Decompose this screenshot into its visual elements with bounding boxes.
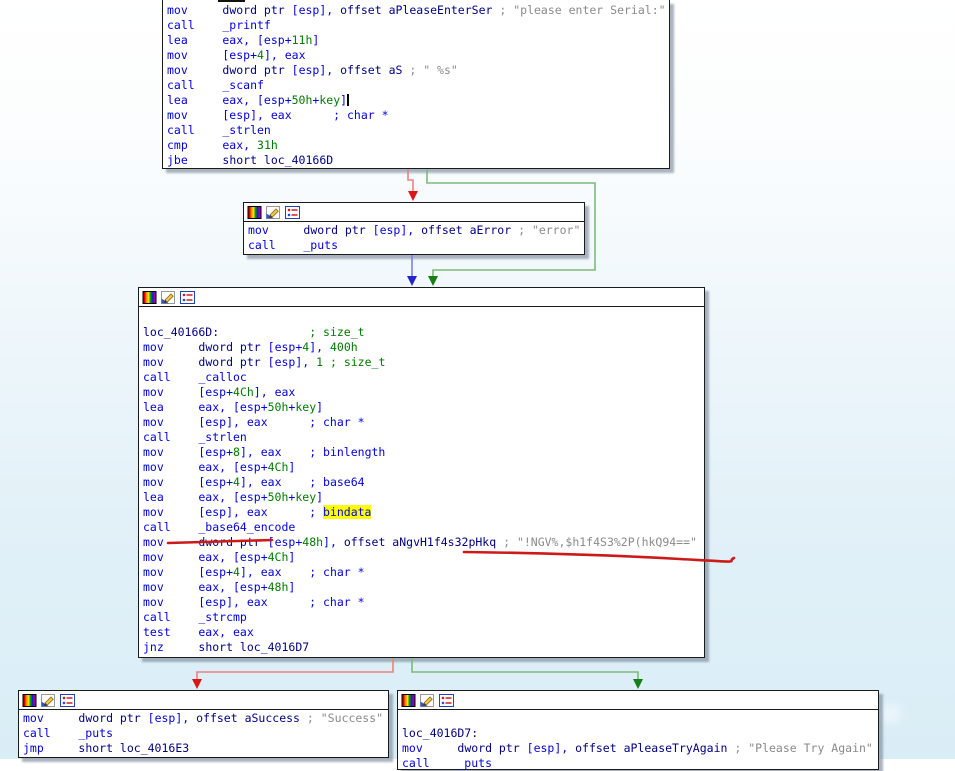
asm-line: mov dword ptr [esp], offset aSuccess ; "…: [23, 711, 384, 725]
text-cursor: [347, 94, 350, 106]
asm-line: mov [esp], eax ; bindata: [143, 505, 372, 519]
color-palette-icon[interactable]: [142, 290, 157, 305]
asm-line: call _scanf: [167, 78, 264, 92]
color-palette-icon[interactable]: [401, 693, 416, 708]
asm-block-error[interactable]: mov dword ptr [esp], offset aError ; "er…: [243, 202, 585, 255]
asm-line: loc_40166D: ; size_t: [143, 325, 365, 339]
edge-false-branch-top-arrowhead: [408, 191, 418, 201]
edge-false-branch-bottom-arrowhead: [192, 679, 202, 689]
asm-line: mov [esp+4Ch], eax: [143, 385, 296, 399]
group-node-icon[interactable]: [439, 693, 454, 708]
asm-line: call _printf: [167, 18, 271, 32]
asm-line: mov [esp], eax ; char *: [167, 108, 389, 122]
edit-node-icon[interactable]: [266, 205, 281, 220]
asm-line: [402, 711, 878, 726]
asm-line: mov dword ptr [esp], offset aError ; "er…: [248, 223, 581, 237]
asm-line: call _puts: [248, 238, 339, 252]
asm-line: test eax, eax: [143, 625, 254, 639]
asm-line: call _strcmp: [143, 610, 247, 624]
asm-line: lea eax, [esp+50h+key]: [143, 490, 324, 504]
edge-true-branch-top-arrowhead: [428, 276, 438, 286]
clipped-previous-line-artifact: [218, 0, 245, 2]
edge-true-branch-bottom-arrowhead: [633, 679, 643, 689]
node-titlebar[interactable]: [139, 288, 704, 307]
group-node-icon[interactable]: [60, 693, 75, 708]
asm-line: mov eax, [esp+48h]: [143, 580, 296, 594]
asm-line: mov eax, [esp+4Ch]: [143, 460, 296, 474]
asm-line: mov [esp+4], eax ; char *: [143, 565, 365, 579]
asm-line: mov [esp], eax ; char *: [143, 595, 365, 609]
edit-node-icon[interactable]: [420, 693, 435, 708]
edge-false-branch-top: [407, 169, 414, 192]
edge-fallthrough-error-arrowhead: [407, 276, 417, 286]
asm-code[interactable]: loc_4016D7: mov dword ptr [esp], offset a…: [398, 710, 878, 771]
asm-line: mov dword ptr [esp], offset aPleaseEnter…: [167, 3, 666, 17]
edit-node-icon[interactable]: [41, 693, 56, 708]
asm-block-success[interactable]: mov dword ptr [esp], offset aSuccess ; "…: [18, 690, 389, 758]
group-node-icon[interactable]: [180, 290, 195, 305]
asm-line: mov eax, [esp+4Ch]: [143, 550, 296, 564]
color-palette-icon[interactable]: [247, 205, 262, 220]
asm-code[interactable]: loc_40166D: ; size_t mov dword ptr [esp+4…: [139, 307, 704, 655]
asm-line: call _calloc: [143, 370, 247, 384]
asm-line: [143, 310, 704, 325]
asm-line: jbe short loc_40166D: [167, 153, 334, 167]
asm-line: call _base64_encode: [143, 520, 296, 534]
asm-line: mov dword ptr [esp+4], 400h: [143, 340, 358, 354]
node-titlebar[interactable]: [19, 691, 388, 710]
asm-block-loc-4016D7[interactable]: loc_4016D7: mov dword ptr [esp], offset a…: [397, 690, 879, 770]
asm-line: lea eax, [esp+50h+key]: [167, 93, 350, 107]
asm-line: cmp eax, 31h: [167, 138, 278, 152]
node-titlebar[interactable]: [398, 691, 878, 710]
asm-code[interactable]: mov dword ptr [esp], offset aError ; "er…: [244, 222, 584, 253]
asm-line: loc_4016D7:: [402, 726, 479, 740]
edit-node-icon[interactable]: [161, 290, 176, 305]
asm-line: jnz short loc_4016D7: [143, 640, 310, 654]
asm-line: mov [esp+4], eax: [167, 48, 306, 62]
asm-line: mov dword ptr [esp], offset aS ; " %s": [167, 63, 458, 77]
asm-line: jmp short loc_4016E3: [23, 741, 190, 755]
asm-block-entry[interactable]: mov dword ptr [esp], offset aPleaseEnter…: [162, 0, 670, 169]
asm-line: mov [esp], eax ; char *: [143, 415, 365, 429]
asm-code[interactable]: mov dword ptr [esp], offset aSuccess ; "…: [19, 710, 388, 756]
asm-line: call _strlen: [167, 123, 271, 137]
node-titlebar[interactable]: [244, 203, 584, 222]
asm-line: lea eax, [esp+11h]: [167, 33, 320, 47]
asm-line: mov dword ptr [esp], 1 ; size_t: [143, 355, 386, 369]
asm-code[interactable]: mov dword ptr [esp], offset aPleaseEnter…: [163, 0, 669, 168]
asm-line: call _strlen: [143, 430, 247, 444]
asm-line: mov [esp+8], eax ; binlength: [143, 445, 386, 459]
asm-line: lea eax, [esp+50h+key]: [143, 400, 324, 414]
asm-line: mov [esp+4], eax ; base64: [143, 475, 365, 489]
asm-line: mov dword ptr [esp+48h], offset aNgvH1f4…: [143, 535, 697, 549]
color-palette-icon[interactable]: [22, 693, 37, 708]
asm-line: mov dword ptr [esp], offset aPleaseTryAg…: [402, 741, 873, 755]
asm-block-loc-40166D[interactable]: loc_40166D: ; size_t mov dword ptr [esp+4…: [138, 287, 705, 658]
asm-line: call _puts: [402, 756, 493, 770]
edge-true-branch-bottom: [411, 658, 639, 680]
asm-line: call _puts: [23, 726, 114, 740]
group-node-icon[interactable]: [285, 205, 300, 220]
edge-false-branch-bottom: [196, 658, 394, 680]
